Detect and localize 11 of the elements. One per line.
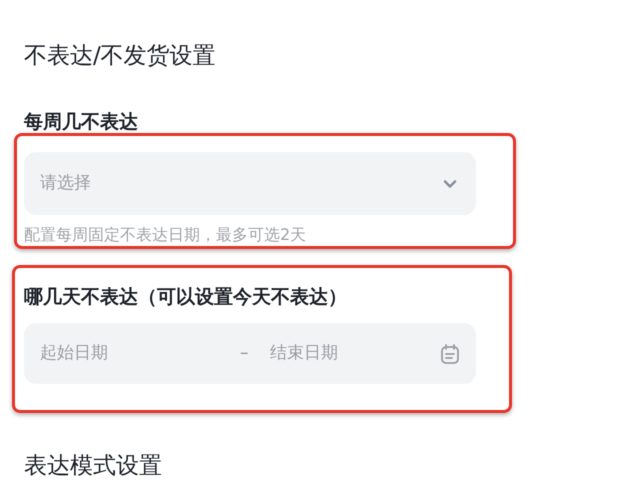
range-separator: – <box>240 342 250 365</box>
end-date-input[interactable]: 结束日期 <box>270 340 420 366</box>
section-title: 表达模式设置 <box>24 452 163 481</box>
date-range-field[interactable]: 起始日期 – 结束日期 <box>24 323 476 384</box>
help-text: 配置每周固定不表达日期，最多可选2天 <box>24 224 308 246</box>
calendar-icon <box>440 342 460 364</box>
field-label: 哪几天不表达（可以设置今天不表达） <box>24 285 348 310</box>
select-field[interactable]: 请选择 <box>24 152 476 215</box>
start-date-input[interactable]: 起始日期 <box>40 340 210 366</box>
field-label: 每周几不表达 <box>24 110 139 135</box>
section-title: 不表达/不发货设置 <box>24 42 217 71</box>
